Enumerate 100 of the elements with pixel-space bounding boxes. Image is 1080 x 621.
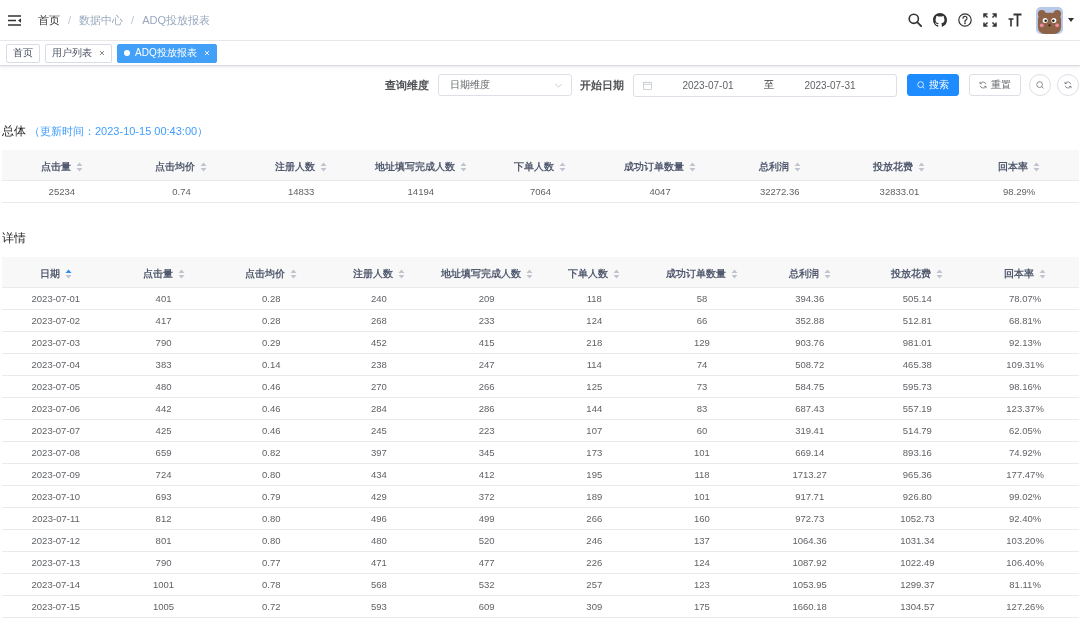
column-header[interactable]: 地址填写完成人数	[374, 160, 467, 174]
table-cell: 106.40%	[971, 551, 1079, 574]
table-cell: 2023-07-07	[2, 419, 110, 442]
column-header[interactable]: 回本率	[998, 160, 1041, 174]
table-cell: 1713.27	[755, 463, 864, 486]
column-header[interactable]: 总利润	[788, 267, 831, 281]
caret-down-icon[interactable]	[1068, 18, 1074, 22]
table-cell: 177.47%	[971, 463, 1079, 486]
table-cell: 593	[325, 595, 433, 618]
table-cell: 2023-07-10	[2, 485, 110, 508]
table-cell: 1660.18	[755, 595, 864, 618]
toggle-search-button[interactable]	[1029, 74, 1051, 96]
sort-icon[interactable]	[730, 269, 738, 279]
text-size-icon[interactable]	[1008, 13, 1022, 27]
calendar-icon	[643, 80, 652, 90]
sort-icon[interactable]	[613, 269, 621, 279]
column-header[interactable]: 点击均价	[245, 267, 298, 281]
table-cell: 0.80	[217, 507, 326, 530]
search-icon[interactable]	[908, 13, 922, 27]
end-date-input[interactable]: 2023-07-31	[774, 79, 886, 91]
github-icon[interactable]	[933, 13, 947, 27]
table-cell: 124	[540, 309, 649, 332]
select-field[interactable]: 日期维度	[438, 74, 572, 96]
sort-icon[interactable]	[459, 162, 467, 172]
table-cell: 14833	[241, 180, 361, 203]
sort-icon[interactable]	[918, 162, 926, 172]
reset-button[interactable]: 重置	[969, 74, 1021, 96]
sort-icon[interactable]	[290, 269, 298, 279]
column-header[interactable]: 回本率	[1004, 267, 1047, 281]
help-icon[interactable]	[958, 13, 972, 27]
table-cell: 471	[325, 551, 433, 574]
sort-icon[interactable]	[1039, 269, 1047, 279]
range-separator: 至	[764, 78, 774, 92]
table-cell: 218	[540, 331, 649, 354]
sort-icon[interactable]	[397, 269, 405, 279]
sort-icon[interactable]	[689, 162, 697, 172]
menu-fold-icon[interactable]	[8, 14, 21, 26]
table-cell: 1299.37	[863, 573, 972, 596]
column-header[interactable]: 点击均价	[155, 160, 208, 174]
table-cell: 125	[540, 375, 649, 398]
column-header[interactable]: 地址填写完成人数	[440, 267, 533, 281]
tab[interactable]: 首页	[6, 43, 40, 63]
table-cell: 965.36	[863, 463, 972, 486]
breadcrumb-link[interactable]: 首页	[38, 12, 60, 28]
search-icon	[917, 81, 925, 89]
fullscreen-icon[interactable]	[983, 13, 997, 27]
column-header[interactable]: 注册人数	[275, 160, 328, 174]
bear-avatar-icon[interactable]	[1036, 6, 1063, 34]
column-header[interactable]: 注册人数	[352, 267, 405, 281]
start-date-input[interactable]: 2023-07-01	[652, 79, 764, 91]
table-cell: 442	[109, 397, 218, 420]
sort-icon[interactable]	[559, 162, 567, 172]
table-cell: 512.81	[863, 309, 972, 332]
tab[interactable]: 用户列表	[45, 43, 112, 63]
table-cell: 397	[325, 441, 433, 464]
table-cell: 508.72	[755, 353, 864, 376]
table-cell: 2023-07-09	[2, 463, 110, 486]
sort-icon[interactable]	[64, 269, 72, 279]
table-cell: 123	[648, 573, 756, 596]
sort-icon[interactable]	[936, 269, 944, 279]
table-cell: 0.29	[217, 331, 326, 354]
close-icon[interactable]	[99, 50, 105, 56]
sort-icon[interactable]	[177, 269, 185, 279]
table-cell: 144	[540, 397, 649, 420]
column-header[interactable]: 点击量	[142, 267, 185, 281]
column-header[interactable]: 下单人数	[514, 160, 567, 174]
table-cell: 0.80	[217, 529, 326, 552]
column-header[interactable]: 成功订单数量	[665, 267, 738, 281]
table-cell: 383	[109, 353, 218, 376]
column-header[interactable]: 下单人数	[568, 267, 621, 281]
table-cell: 226	[540, 551, 649, 574]
table-cell: 981.01	[863, 331, 972, 354]
sort-icon[interactable]	[320, 162, 328, 172]
column-header[interactable]: 投放花费	[891, 267, 944, 281]
column-header[interactable]: 点击量	[40, 160, 83, 174]
table-cell: 801	[109, 529, 218, 552]
column-header[interactable]: 日期	[39, 267, 72, 281]
date-range-field[interactable]: 2023-07-01 至 2023-07-31	[633, 73, 897, 97]
table-cell: 499	[432, 507, 541, 530]
table-cell: 394.36	[755, 287, 864, 310]
column-header[interactable]: 成功订单数量	[624, 160, 697, 174]
table-cell: 137	[648, 529, 756, 552]
sort-icon[interactable]	[200, 162, 208, 172]
refresh-button[interactable]	[1057, 74, 1079, 96]
table-cell: 99.02%	[971, 485, 1079, 508]
sort-icon[interactable]	[525, 269, 533, 279]
sort-icon[interactable]	[823, 269, 831, 279]
table-cell: 2023-07-13	[2, 551, 110, 574]
table-cell: 92.13%	[971, 331, 1079, 354]
column-header[interactable]: 投放花费	[873, 160, 926, 174]
table-cell: 319.41	[755, 419, 864, 442]
sort-icon[interactable]	[1033, 162, 1041, 172]
sort-icon[interactable]	[75, 162, 83, 172]
table-cell: 465.38	[863, 353, 972, 376]
column-header[interactable]: 总利润	[758, 160, 801, 174]
search-icon	[1036, 81, 1044, 89]
table-cell: 893.16	[863, 441, 972, 464]
table-cell: 1053.95	[755, 573, 864, 596]
sort-icon[interactable]	[793, 162, 801, 172]
table-cell: 98.16%	[971, 375, 1079, 398]
